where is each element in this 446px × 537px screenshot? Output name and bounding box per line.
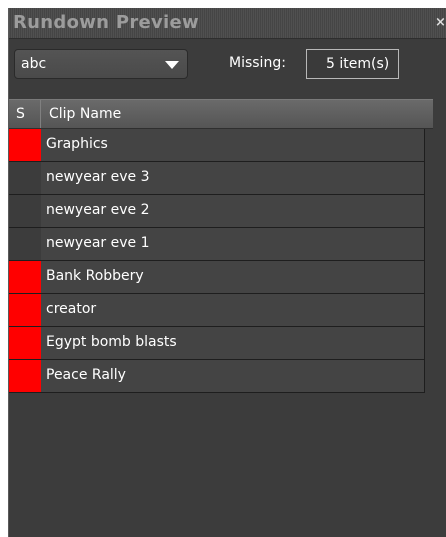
table-row[interactable]: creator [9, 294, 425, 327]
rundown-preview-panel: Rundown Preview × abc Missing: 5 item(s)… [8, 8, 446, 537]
table-row[interactable]: Bank Robbery [9, 261, 425, 294]
status-indicator [9, 162, 41, 194]
status-indicator [9, 195, 41, 227]
status-indicator [9, 228, 41, 260]
clip-name: newyear eve 2 [46, 202, 150, 218]
filter-dropdown-value: abc [21, 56, 47, 72]
status-indicator [9, 294, 41, 326]
status-indicator [9, 327, 41, 359]
clip-name: Egypt bomb blasts [46, 334, 177, 350]
column-header-clip-name[interactable]: Clip Name [49, 106, 121, 122]
close-icon[interactable]: × [435, 16, 446, 29]
table-row[interactable]: Egypt bomb blasts [9, 327, 425, 360]
clip-name: Bank Robbery [46, 268, 144, 284]
column-header-status[interactable]: S [9, 100, 41, 128]
table-row[interactable]: Peace Rally [9, 360, 425, 393]
clip-name: creator [46, 301, 97, 317]
table-row[interactable]: newyear eve 1 [9, 228, 425, 261]
missing-count-value: 5 item(s) [326, 56, 390, 72]
table-row[interactable]: Graphics [9, 129, 425, 162]
clip-list: Graphics newyear eve 3 newyear eve 2 new… [9, 129, 425, 393]
title-bar[interactable]: Rundown Preview × [9, 8, 446, 39]
clip-name: newyear eve 3 [46, 169, 150, 185]
status-indicator [9, 261, 41, 293]
filter-dropdown[interactable]: abc [14, 49, 188, 79]
chevron-down-icon [165, 61, 179, 69]
table-row[interactable]: newyear eve 2 [9, 195, 425, 228]
table-row[interactable]: newyear eve 3 [9, 162, 425, 195]
missing-label: Missing: [229, 55, 286, 71]
clip-name: Peace Rally [46, 367, 126, 383]
status-indicator [9, 360, 41, 392]
table-header: S Clip Name [9, 99, 433, 129]
clip-name: newyear eve 1 [46, 235, 150, 251]
status-indicator [9, 129, 41, 161]
panel-title: Rundown Preview [13, 12, 199, 33]
missing-count-field: 5 item(s) [306, 49, 399, 79]
clip-name: Graphics [46, 136, 108, 152]
